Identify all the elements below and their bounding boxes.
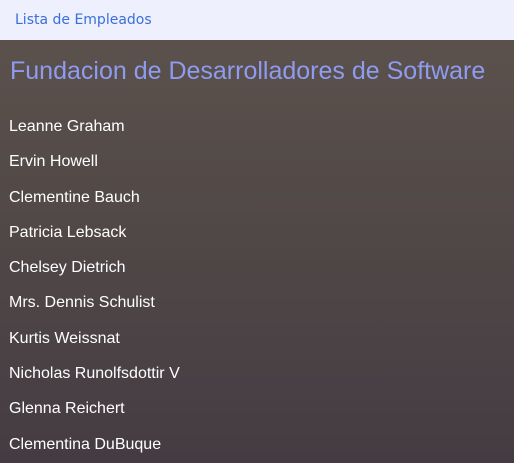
page-title: Fundacion de Desarrolladores de Software — [10, 57, 486, 85]
main-content: Fundacion de Desarrolladores de Software… — [0, 40, 514, 463]
employee-list-item: Clementine Bauch — [9, 189, 140, 206]
employee-list-item: Kurtis Weissnat — [9, 330, 120, 347]
top-nav-bar: Lista de Empleados — [0, 0, 514, 40]
employee-list-item: Ervin Howell — [9, 153, 98, 170]
employee-list-item: Clementina DuBuque — [9, 436, 162, 453]
employee-list-item: Patricia Lebsack — [9, 224, 127, 241]
nav-link-employee-list[interactable]: Lista de Empleados — [15, 11, 152, 29]
employee-list-item: Leanne Graham — [9, 118, 125, 135]
employee-list-item: Chelsey Dietrich — [9, 259, 126, 276]
employee-list-item: Glenna Reichert — [9, 400, 125, 417]
employee-list-item: Nicholas Runolfsdottir V — [9, 365, 180, 382]
employee-list-item: Mrs. Dennis Schulist — [9, 294, 155, 311]
